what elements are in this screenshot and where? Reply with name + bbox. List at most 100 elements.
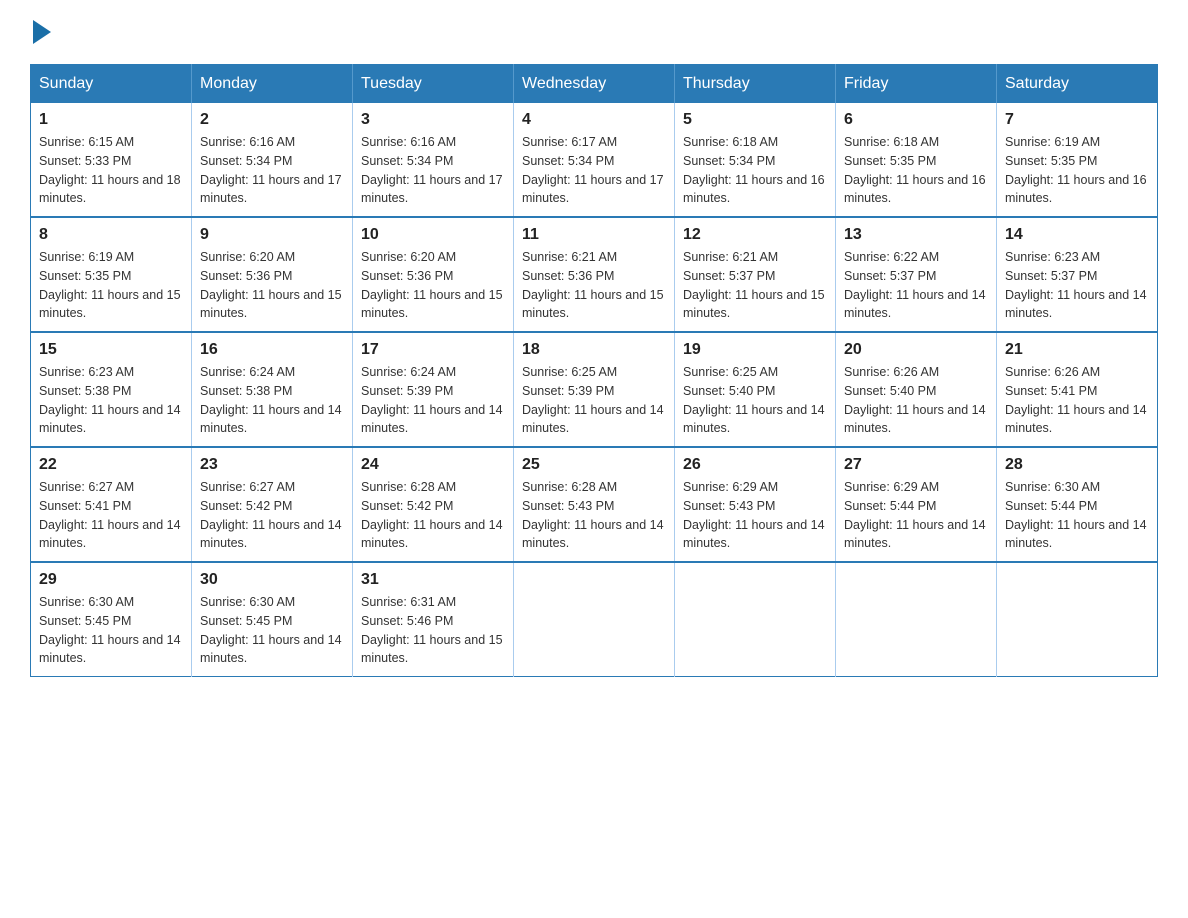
day-info: Sunrise: 6:17 AMSunset: 5:34 PMDaylight:…	[522, 135, 664, 205]
day-number: 7	[1005, 111, 1149, 129]
calendar-cell: 11 Sunrise: 6:21 AMSunset: 5:36 PMDaylig…	[514, 217, 675, 332]
day-info: Sunrise: 6:20 AMSunset: 5:36 PMDaylight:…	[361, 250, 503, 320]
day-number: 5	[683, 111, 827, 129]
calendar-cell: 9 Sunrise: 6:20 AMSunset: 5:36 PMDayligh…	[192, 217, 353, 332]
calendar-header-row: SundayMondayTuesdayWednesdayThursdayFrid…	[31, 65, 1158, 104]
col-header-friday: Friday	[836, 65, 997, 104]
calendar-cell: 23 Sunrise: 6:27 AMSunset: 5:42 PMDaylig…	[192, 447, 353, 562]
day-number: 1	[39, 111, 183, 129]
day-number: 31	[361, 571, 505, 589]
col-header-sunday: Sunday	[31, 65, 192, 104]
calendar-cell: 24 Sunrise: 6:28 AMSunset: 5:42 PMDaylig…	[353, 447, 514, 562]
day-number: 14	[1005, 226, 1149, 244]
col-header-monday: Monday	[192, 65, 353, 104]
day-number: 22	[39, 456, 183, 474]
day-info: Sunrise: 6:20 AMSunset: 5:36 PMDaylight:…	[200, 250, 342, 320]
day-info: Sunrise: 6:29 AMSunset: 5:43 PMDaylight:…	[683, 480, 825, 550]
calendar-cell: 16 Sunrise: 6:24 AMSunset: 5:38 PMDaylig…	[192, 332, 353, 447]
day-number: 25	[522, 456, 666, 474]
day-number: 30	[200, 571, 344, 589]
calendar-cell: 31 Sunrise: 6:31 AMSunset: 5:46 PMDaylig…	[353, 562, 514, 677]
day-number: 8	[39, 226, 183, 244]
calendar-cell: 6 Sunrise: 6:18 AMSunset: 5:35 PMDayligh…	[836, 103, 997, 217]
day-info: Sunrise: 6:19 AMSunset: 5:35 PMDaylight:…	[1005, 135, 1147, 205]
day-number: 4	[522, 111, 666, 129]
calendar-cell: 30 Sunrise: 6:30 AMSunset: 5:45 PMDaylig…	[192, 562, 353, 677]
day-number: 17	[361, 341, 505, 359]
day-number: 3	[361, 111, 505, 129]
col-header-saturday: Saturday	[997, 65, 1158, 104]
day-number: 11	[522, 226, 666, 244]
calendar-week-row: 22 Sunrise: 6:27 AMSunset: 5:41 PMDaylig…	[31, 447, 1158, 562]
calendar-week-row: 1 Sunrise: 6:15 AMSunset: 5:33 PMDayligh…	[31, 103, 1158, 217]
calendar-week-row: 15 Sunrise: 6:23 AMSunset: 5:38 PMDaylig…	[31, 332, 1158, 447]
calendar-cell: 4 Sunrise: 6:17 AMSunset: 5:34 PMDayligh…	[514, 103, 675, 217]
calendar-week-row: 8 Sunrise: 6:19 AMSunset: 5:35 PMDayligh…	[31, 217, 1158, 332]
calendar-cell: 15 Sunrise: 6:23 AMSunset: 5:38 PMDaylig…	[31, 332, 192, 447]
calendar-cell: 22 Sunrise: 6:27 AMSunset: 5:41 PMDaylig…	[31, 447, 192, 562]
day-info: Sunrise: 6:21 AMSunset: 5:37 PMDaylight:…	[683, 250, 825, 320]
day-info: Sunrise: 6:24 AMSunset: 5:39 PMDaylight:…	[361, 365, 503, 435]
day-info: Sunrise: 6:16 AMSunset: 5:34 PMDaylight:…	[200, 135, 342, 205]
day-number: 23	[200, 456, 344, 474]
day-info: Sunrise: 6:23 AMSunset: 5:37 PMDaylight:…	[1005, 250, 1147, 320]
day-number: 16	[200, 341, 344, 359]
calendar-cell	[997, 562, 1158, 677]
calendar-table: SundayMondayTuesdayWednesdayThursdayFrid…	[30, 64, 1158, 677]
day-number: 10	[361, 226, 505, 244]
day-info: Sunrise: 6:27 AMSunset: 5:41 PMDaylight:…	[39, 480, 181, 550]
day-number: 24	[361, 456, 505, 474]
day-info: Sunrise: 6:28 AMSunset: 5:43 PMDaylight:…	[522, 480, 664, 550]
day-info: Sunrise: 6:28 AMSunset: 5:42 PMDaylight:…	[361, 480, 503, 550]
calendar-cell: 7 Sunrise: 6:19 AMSunset: 5:35 PMDayligh…	[997, 103, 1158, 217]
calendar-cell: 29 Sunrise: 6:30 AMSunset: 5:45 PMDaylig…	[31, 562, 192, 677]
day-number: 6	[844, 111, 988, 129]
calendar-cell: 5 Sunrise: 6:18 AMSunset: 5:34 PMDayligh…	[675, 103, 836, 217]
col-header-tuesday: Tuesday	[353, 65, 514, 104]
logo-arrow-icon	[33, 20, 51, 44]
col-header-thursday: Thursday	[675, 65, 836, 104]
day-number: 21	[1005, 341, 1149, 359]
day-info: Sunrise: 6:18 AMSunset: 5:35 PMDaylight:…	[844, 135, 986, 205]
calendar-cell: 17 Sunrise: 6:24 AMSunset: 5:39 PMDaylig…	[353, 332, 514, 447]
calendar-cell: 1 Sunrise: 6:15 AMSunset: 5:33 PMDayligh…	[31, 103, 192, 217]
calendar-cell: 26 Sunrise: 6:29 AMSunset: 5:43 PMDaylig…	[675, 447, 836, 562]
day-number: 26	[683, 456, 827, 474]
day-number: 2	[200, 111, 344, 129]
page-header	[30, 20, 1158, 44]
day-number: 19	[683, 341, 827, 359]
calendar-cell: 8 Sunrise: 6:19 AMSunset: 5:35 PMDayligh…	[31, 217, 192, 332]
calendar-cell: 28 Sunrise: 6:30 AMSunset: 5:44 PMDaylig…	[997, 447, 1158, 562]
day-info: Sunrise: 6:19 AMSunset: 5:35 PMDaylight:…	[39, 250, 181, 320]
calendar-cell	[514, 562, 675, 677]
day-number: 20	[844, 341, 988, 359]
calendar-cell: 10 Sunrise: 6:20 AMSunset: 5:36 PMDaylig…	[353, 217, 514, 332]
logo	[30, 20, 53, 44]
day-info: Sunrise: 6:22 AMSunset: 5:37 PMDaylight:…	[844, 250, 986, 320]
day-number: 27	[844, 456, 988, 474]
day-info: Sunrise: 6:30 AMSunset: 5:45 PMDaylight:…	[200, 595, 342, 665]
day-number: 15	[39, 341, 183, 359]
day-info: Sunrise: 6:30 AMSunset: 5:45 PMDaylight:…	[39, 595, 181, 665]
calendar-cell: 3 Sunrise: 6:16 AMSunset: 5:34 PMDayligh…	[353, 103, 514, 217]
calendar-cell: 21 Sunrise: 6:26 AMSunset: 5:41 PMDaylig…	[997, 332, 1158, 447]
calendar-cell	[836, 562, 997, 677]
calendar-cell: 14 Sunrise: 6:23 AMSunset: 5:37 PMDaylig…	[997, 217, 1158, 332]
day-info: Sunrise: 6:15 AMSunset: 5:33 PMDaylight:…	[39, 135, 181, 205]
calendar-cell: 13 Sunrise: 6:22 AMSunset: 5:37 PMDaylig…	[836, 217, 997, 332]
col-header-wednesday: Wednesday	[514, 65, 675, 104]
calendar-cell: 19 Sunrise: 6:25 AMSunset: 5:40 PMDaylig…	[675, 332, 836, 447]
day-info: Sunrise: 6:26 AMSunset: 5:41 PMDaylight:…	[1005, 365, 1147, 435]
calendar-cell: 25 Sunrise: 6:28 AMSunset: 5:43 PMDaylig…	[514, 447, 675, 562]
day-info: Sunrise: 6:23 AMSunset: 5:38 PMDaylight:…	[39, 365, 181, 435]
day-number: 13	[844, 226, 988, 244]
day-info: Sunrise: 6:26 AMSunset: 5:40 PMDaylight:…	[844, 365, 986, 435]
calendar-week-row: 29 Sunrise: 6:30 AMSunset: 5:45 PMDaylig…	[31, 562, 1158, 677]
day-number: 18	[522, 341, 666, 359]
calendar-cell	[675, 562, 836, 677]
day-info: Sunrise: 6:25 AMSunset: 5:39 PMDaylight:…	[522, 365, 664, 435]
day-info: Sunrise: 6:31 AMSunset: 5:46 PMDaylight:…	[361, 595, 503, 665]
day-number: 9	[200, 226, 344, 244]
calendar-cell: 12 Sunrise: 6:21 AMSunset: 5:37 PMDaylig…	[675, 217, 836, 332]
calendar-cell: 18 Sunrise: 6:25 AMSunset: 5:39 PMDaylig…	[514, 332, 675, 447]
